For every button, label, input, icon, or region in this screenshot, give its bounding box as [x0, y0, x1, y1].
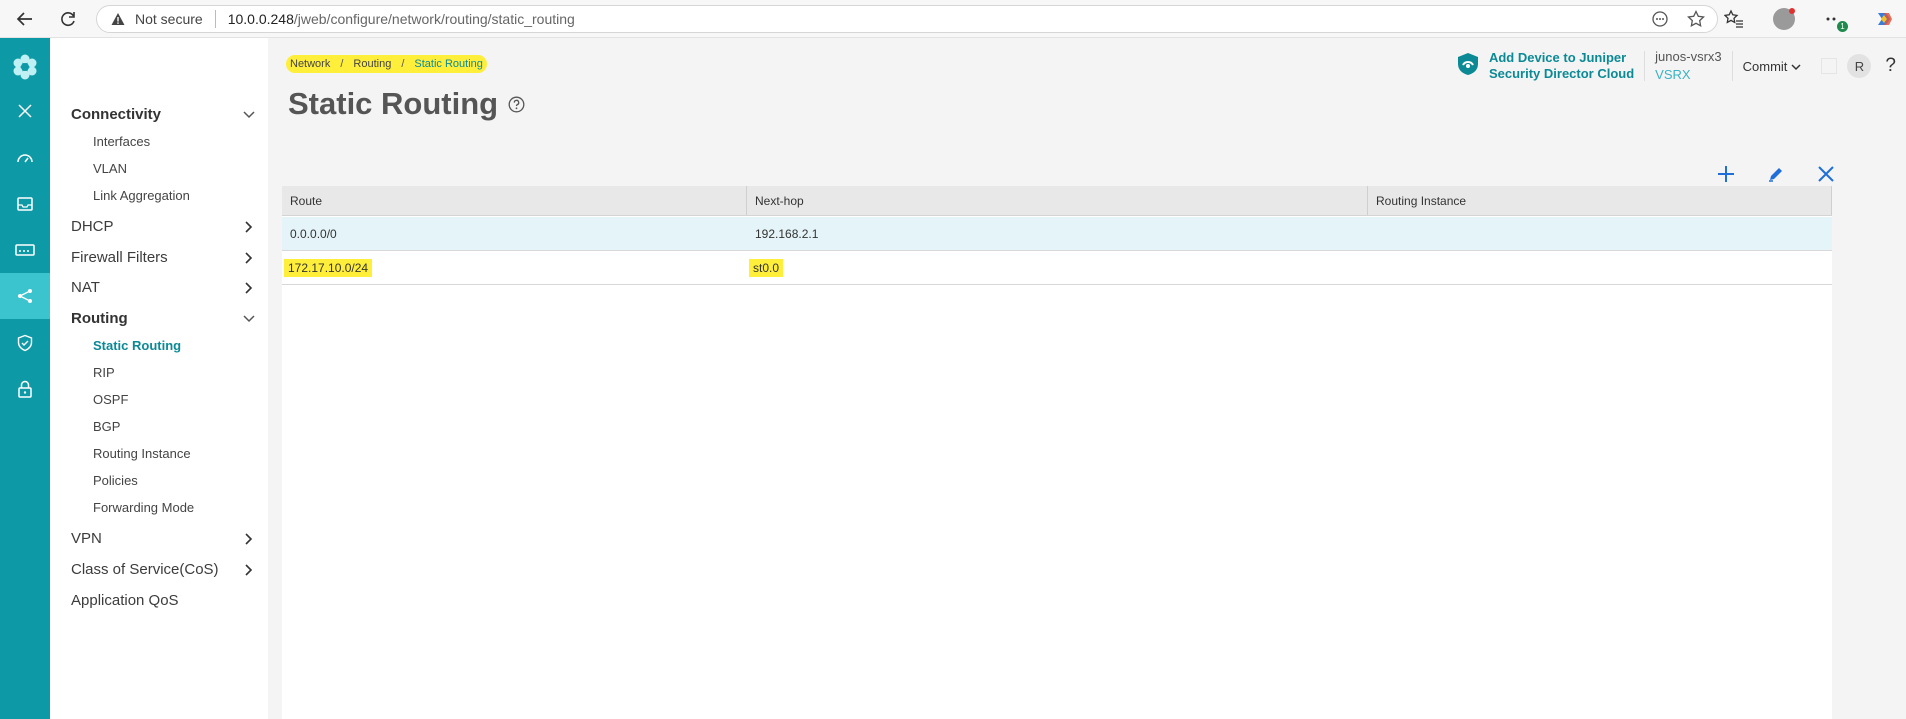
- sidebar-item-application-qos[interactable]: Application QoS: [71, 592, 256, 609]
- breadcrumb-current: Static Routing: [414, 58, 483, 70]
- copilot-icon[interactable]: [1872, 7, 1896, 31]
- chevron-down-icon: [242, 312, 256, 326]
- sidebar: Connectivity Interfaces VLAN Link Aggreg…: [50, 38, 268, 719]
- column-header-route[interactable]: Route: [282, 186, 747, 215]
- device-name: junos-vsrx3: [1655, 49, 1722, 64]
- cell-routing-instance: [1368, 217, 1832, 250]
- sidebar-item-bgp[interactable]: BGP: [93, 419, 120, 434]
- chevron-right-icon: [242, 281, 256, 295]
- sd-line2: Security Director Cloud: [1488, 66, 1635, 81]
- url-host: 10.0.0.248: [227, 11, 294, 27]
- sd-line1: Add Device to Juniper: [1488, 50, 1627, 65]
- breadcrumb: Network / Routing / Static Routing: [286, 55, 487, 73]
- cell-routing-instance: [1368, 251, 1832, 284]
- delete-x-icon[interactable]: [1816, 164, 1836, 184]
- notification-placeholder[interactable]: [1821, 58, 1838, 74]
- sidebar-item-ospf[interactable]: OSPF: [93, 392, 128, 407]
- juniper-logo-icon: [0, 44, 50, 90]
- chevron-right-icon: [242, 532, 256, 546]
- sidebar-group-cos[interactable]: Class of Service(CoS): [71, 561, 256, 578]
- network-share-icon[interactable]: [0, 273, 50, 319]
- breadcrumb-routing[interactable]: Routing: [353, 58, 391, 70]
- help-button[interactable]: ?: [1885, 55, 1896, 77]
- sidebar-item-forwarding-mode[interactable]: Forwarding Mode: [93, 500, 194, 515]
- not-secure-label: Not secure: [135, 11, 203, 27]
- table-row[interactable]: 172.17.10.0/24 st0.0: [282, 251, 1832, 285]
- chevron-right-icon: [242, 251, 256, 265]
- page-title: Static Routing: [288, 86, 525, 122]
- security-director-cloud-icon: [1455, 51, 1481, 81]
- close-menu-icon[interactable]: [0, 88, 50, 134]
- breadcrumb-network[interactable]: Network: [290, 58, 330, 70]
- sidebar-group-connectivity[interactable]: Connectivity: [71, 106, 256, 123]
- commit-menu[interactable]: Commit: [1743, 59, 1802, 74]
- dashboard-gauge-icon[interactable]: [0, 135, 50, 181]
- favorites-list-icon[interactable]: [1722, 7, 1746, 31]
- sidebar-group-dhcp[interactable]: DHCP: [71, 218, 256, 235]
- device-info: junos-vsrx3 VSRX: [1655, 48, 1721, 84]
- column-header-next-hop[interactable]: Next-hop: [747, 186, 1368, 215]
- help-circle-icon[interactable]: [508, 96, 525, 113]
- sidebar-group-vpn[interactable]: VPN: [71, 530, 256, 547]
- back-arrow-icon[interactable]: [12, 6, 38, 32]
- reload-icon[interactable]: [55, 6, 81, 32]
- extensions-icon[interactable]: 1: [1822, 7, 1848, 32]
- table-row[interactable]: 0.0.0.0/0 192.168.2.1: [282, 217, 1832, 251]
- lock-icon[interactable]: [0, 366, 50, 412]
- url-path: /jweb/configure/network/routing/static_r…: [293, 11, 575, 27]
- user-avatar[interactable]: R: [1847, 54, 1872, 78]
- edit-pencil-icon[interactable]: [1766, 164, 1786, 184]
- profile-avatar-icon[interactable]: [1772, 7, 1796, 31]
- monitor-inbox-icon[interactable]: [0, 181, 50, 227]
- cell-route: 172.17.10.0/24: [284, 258, 373, 277]
- grid-toolbar: [1716, 164, 1836, 184]
- chevron-down-icon: [242, 108, 256, 122]
- device-icon[interactable]: [0, 227, 50, 273]
- column-header-routing-instance[interactable]: Routing Instance: [1368, 186, 1832, 215]
- security-shield-icon[interactable]: [0, 320, 50, 366]
- chevron-right-icon: [242, 563, 256, 577]
- address-bar[interactable]: Not secure 10.0.0.248 /jweb/configure/ne…: [96, 5, 1718, 33]
- sidebar-group-routing[interactable]: Routing: [71, 310, 256, 327]
- add-plus-icon[interactable]: [1716, 164, 1736, 184]
- reader-mode-icon[interactable]: [1651, 10, 1669, 31]
- sidebar-item-rip[interactable]: RIP: [93, 365, 115, 380]
- cell-next-hop: st0.0: [749, 258, 784, 277]
- chevron-right-icon: [242, 220, 256, 234]
- nav-rail: [0, 38, 50, 719]
- static-routes-table: Route Next-hop Routing Instance 0.0.0.0/…: [282, 186, 1832, 719]
- chevron-down-icon: [1791, 59, 1801, 74]
- sidebar-item-routing-instance[interactable]: Routing Instance: [93, 446, 191, 461]
- sidebar-item-interfaces[interactable]: Interfaces: [93, 134, 150, 149]
- warning-icon: [111, 11, 127, 27]
- browser-toolbar: Not secure 10.0.0.248 /jweb/configure/ne…: [0, 0, 1906, 38]
- sidebar-item-static-routing[interactable]: Static Routing: [93, 338, 181, 353]
- security-director-link[interactable]: Add Device to Juniper Security Director …: [1455, 50, 1634, 82]
- sidebar-item-link-aggregation[interactable]: Link Aggregation: [93, 188, 190, 203]
- cell-next-hop: 192.168.2.1: [755, 226, 819, 241]
- sidebar-group-firewall-filters[interactable]: Firewall Filters: [71, 249, 256, 266]
- main-content: Network / Routing / Static Routing Stati…: [268, 38, 1906, 719]
- sidebar-item-policies[interactable]: Policies: [93, 473, 138, 488]
- sidebar-item-vlan[interactable]: VLAN: [93, 161, 127, 176]
- device-model: VSRX: [1655, 67, 1691, 82]
- table-header: Route Next-hop Routing Instance: [282, 186, 1832, 216]
- sidebar-group-nat[interactable]: NAT: [71, 279, 256, 296]
- header-actions: Add Device to Juniper Security Director …: [1455, 46, 1906, 86]
- cell-route: 0.0.0.0/0: [290, 226, 337, 241]
- favorite-star-icon[interactable]: [1687, 9, 1705, 31]
